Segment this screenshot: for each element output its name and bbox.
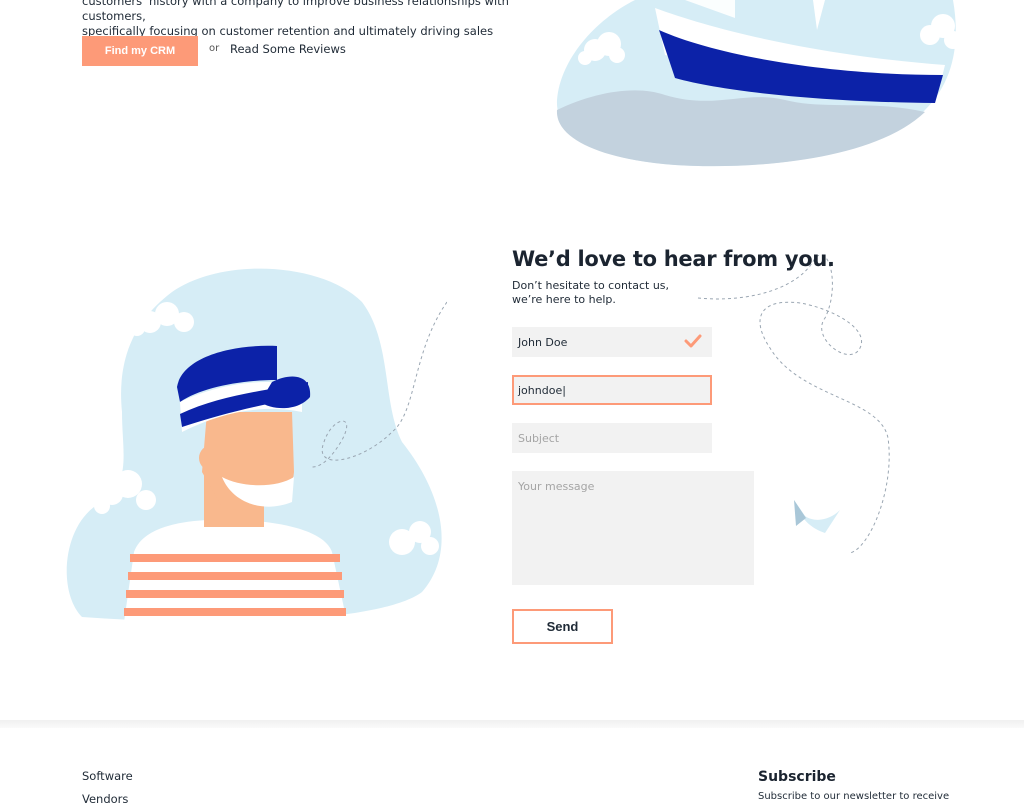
contact-subtitle-line1: Don’t hesitate to contact us, — [512, 279, 670, 292]
message-placeholder: Your message — [518, 480, 595, 493]
read-reviews-link[interactable]: Read Some Reviews — [230, 42, 346, 56]
send-button[interactable]: Send — [512, 609, 613, 644]
footer-link-software[interactable]: Software — [82, 769, 133, 783]
contact-title: We’d love to hear from you. — [512, 247, 835, 271]
email-field-value: johndoe| — [518, 383, 566, 397]
message-textarea[interactable]: Your message — [512, 471, 754, 585]
subscribe-title: Subscribe — [758, 769, 836, 785]
email-field[interactable]: johndoe| — [512, 375, 712, 405]
checkmark-icon — [684, 334, 702, 348]
subject-field[interactable]: Subject — [512, 423, 712, 453]
name-field-value: John Doe — [518, 335, 568, 349]
sailor-illustration — [66, 268, 447, 622]
contact-subtitle-line2: we’re here to help. — [512, 293, 616, 306]
hero-text-line1: customers' history with a company to imp… — [82, 0, 509, 23]
subject-placeholder: Subject — [518, 431, 560, 445]
contact-subtitle: Don’t hesitate to contact us, we’re here… — [512, 279, 712, 307]
footer-divider — [0, 720, 1024, 728]
subscribe-text: Subscribe to our newsletter to receive — [758, 791, 950, 802]
find-my-crm-button[interactable]: Find my CRM — [82, 36, 198, 66]
name-field[interactable]: John Doe — [512, 327, 712, 357]
footer-link-vendors[interactable]: Vendors — [82, 792, 128, 806]
sailboat-illustration — [556, 0, 962, 167]
or-separator: or — [209, 43, 220, 54]
